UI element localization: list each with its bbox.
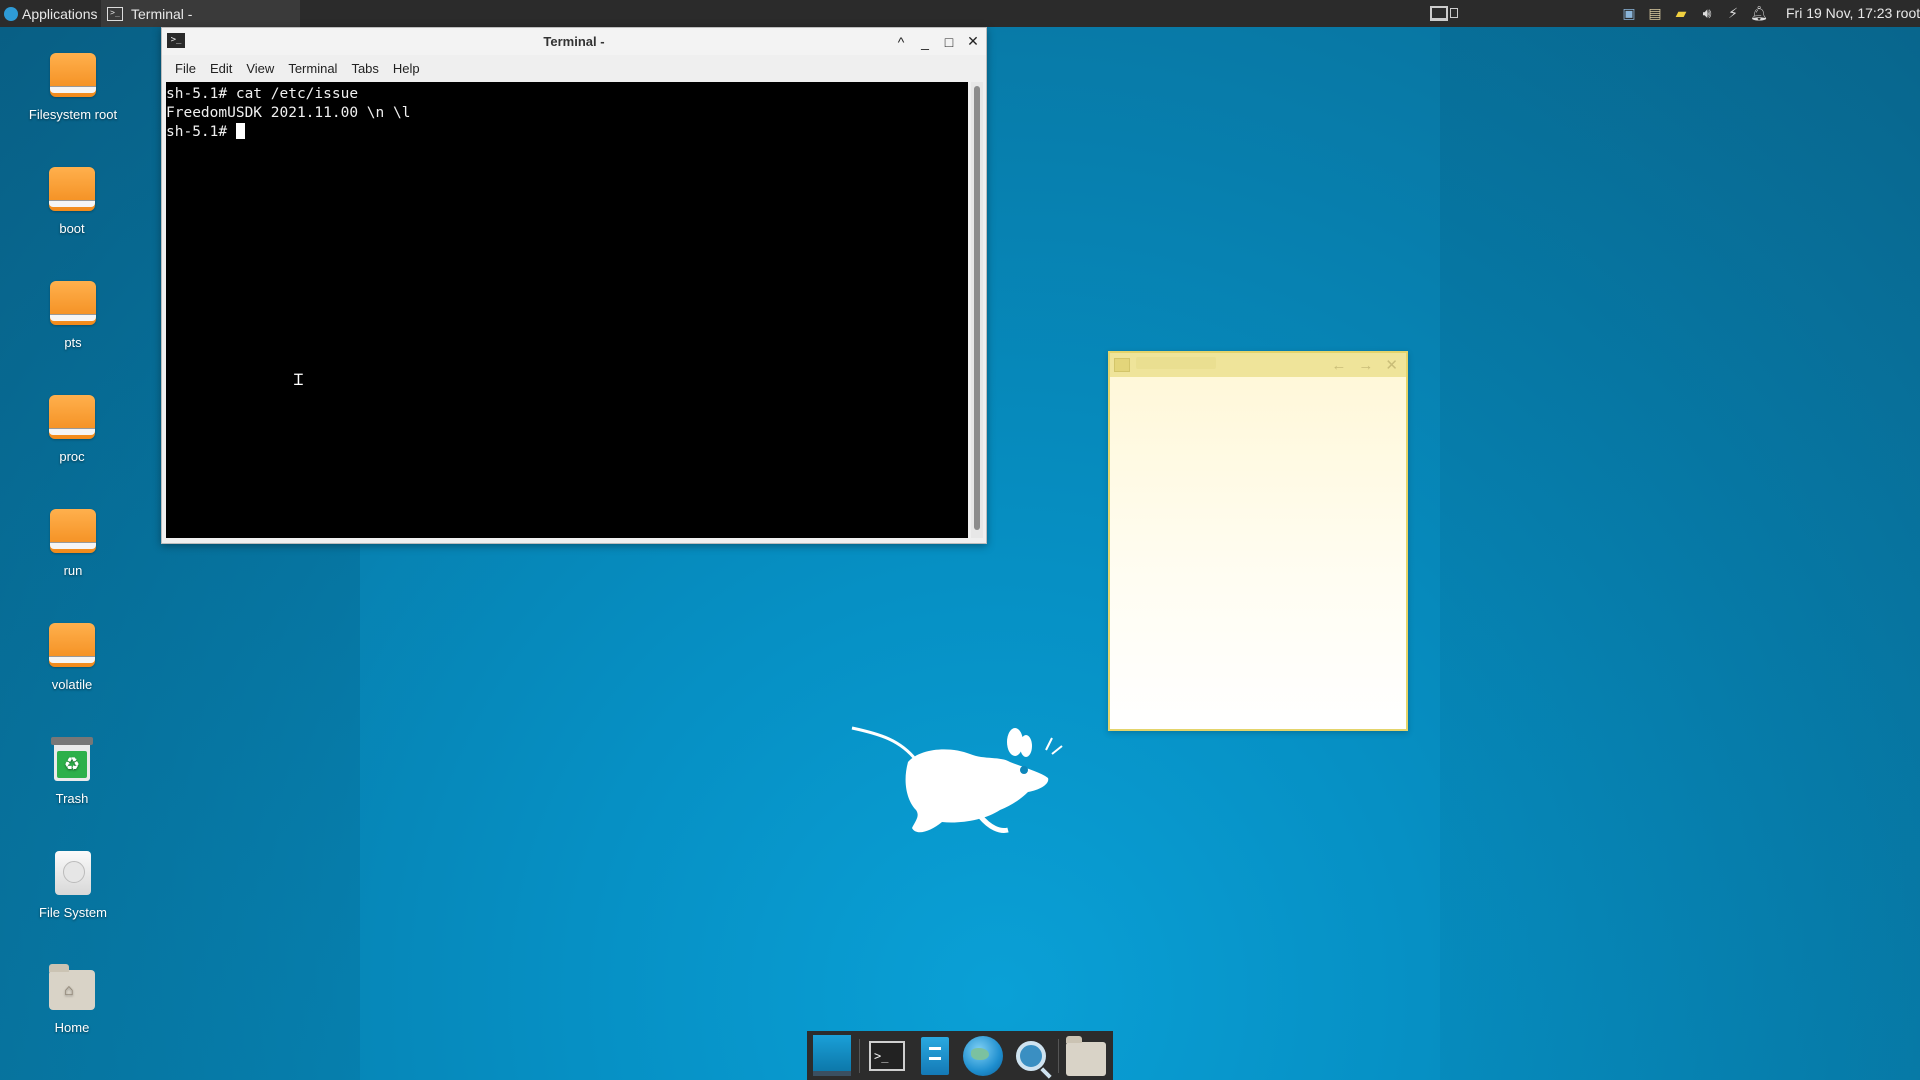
file-manager-launcher[interactable] [914, 1035, 956, 1077]
desktop-icon-boot[interactable]: boot [17, 167, 127, 236]
desktop-icon-label: volatile [51, 677, 93, 692]
terminal-line: FreedomUSDK 2021.11.00 \n \l [166, 105, 411, 121]
desktop-icon-volatile[interactable]: volatile [17, 623, 127, 692]
notes-next-button[interactable]: → [1358, 357, 1373, 374]
desktop-icon-filesystem-root[interactable]: Filesystem root [18, 53, 128, 122]
harddisk-icon [55, 851, 91, 895]
notes-text-area[interactable] [1110, 377, 1406, 729]
trash-icon: ♻ [51, 737, 93, 781]
desktop-icon-home[interactable]: ⌂ Home [17, 964, 127, 1035]
dock-separator [859, 1038, 860, 1073]
user-menu[interactable]: root [1896, 0, 1920, 27]
text-cursor [235, 123, 245, 139]
desktop-icon-trash[interactable]: ♻ Trash [17, 737, 127, 806]
terminal-launcher[interactable]: >_ [866, 1035, 908, 1077]
drive-icon [50, 281, 96, 325]
notes-icon[interactable]: ▰ [1672, 5, 1690, 23]
network-disconnected-icon[interactable]: ▣ [1620, 5, 1638, 23]
terminal-prompt-line: sh-5.1# [166, 123, 968, 142]
xfce-logo-icon [4, 6, 18, 21]
desktop-icon-label: File System [39, 905, 107, 920]
scrollbar-thumb[interactable] [974, 86, 980, 530]
taskbar-terminal-button[interactable]: >_ Terminal - [101, 0, 300, 27]
workspace-1-icon [1430, 5, 1448, 21]
file-manager-icon [921, 1036, 949, 1075]
notes-controls: ← → ✕ [1331, 353, 1398, 377]
terminal-output[interactable]: sh-5.1# cat /etc/issue FreedomUSDK 2021.… [166, 82, 968, 538]
notes-title-placeholder [1136, 357, 1216, 369]
desktop-icon-file-system[interactable]: File System [18, 851, 128, 920]
workspace-2-icon [1450, 8, 1458, 18]
power-icon[interactable]: ⚡︎ [1724, 5, 1742, 23]
notes-titlebar[interactable]: ← → ✕ [1110, 353, 1406, 377]
show-desktop-button[interactable] [811, 1035, 853, 1077]
taskbar-terminal-label: Terminal - [131, 5, 193, 22]
drive-icon [49, 395, 95, 439]
app-finder-launcher[interactable] [1010, 1035, 1052, 1077]
system-tray: ▣ ▤ ▰ 🔊︎ ⚡︎ 🔔︎ [1620, 0, 1768, 27]
menu-edit[interactable]: Edit [203, 61, 239, 76]
notes-prev-button[interactable]: ← [1331, 357, 1346, 374]
home-folder-launcher[interactable] [1065, 1035, 1107, 1077]
terminal-icon: >_ [107, 6, 123, 21]
desktop-icon-label: pts [64, 335, 82, 350]
applications-menu-button[interactable]: Applications ⋮ [0, 0, 117, 27]
desktop-icon-label: Home [54, 1020, 90, 1035]
terminal-icon: >_ [869, 1040, 905, 1071]
desktop-icon-proc[interactable]: proc [17, 395, 127, 464]
home-folder-icon: ⌂ [49, 964, 95, 1010]
dock-separator [1058, 1038, 1059, 1073]
menu-file[interactable]: File [168, 61, 203, 76]
notification-bell-icon[interactable]: 🔔︎ [1750, 5, 1768, 23]
minimize-button[interactable]: _ [918, 34, 932, 50]
menu-view[interactable]: View [239, 61, 281, 76]
desktop-icon-label: Filesystem root [28, 107, 118, 122]
clock[interactable]: Fri 19 Nov, 17:23 [1786, 0, 1892, 27]
volume-icon[interactable]: 🔊︎ [1698, 5, 1716, 23]
home-folder-icon [1066, 1035, 1106, 1076]
terminal-title: Terminal - [543, 34, 605, 49]
xfce-mouse-logo [851, 726, 1063, 833]
desktop-icon-label: run [63, 563, 83, 578]
terminal-window[interactable]: >_ Terminal - ^ _ □ ✕ File Edit View Ter… [161, 27, 987, 544]
window-controls: ^ _ □ ✕ [894, 28, 980, 55]
web-browser-launcher[interactable] [962, 1035, 1004, 1077]
menu-terminal[interactable]: Terminal [281, 61, 344, 76]
applications-label: Applications [22, 5, 98, 22]
desktop-icon-label: boot [59, 221, 85, 236]
drive-icon [49, 623, 95, 667]
terminal-menubar: File Edit View Terminal Tabs Help [162, 55, 986, 81]
top-panel: Applications ⋮ >_ Terminal - ▣ ▤ ▰ 🔊︎ ⚡︎… [0, 0, 1920, 27]
terminal-prompt: sh-5.1# [166, 124, 236, 140]
notes-icon [1114, 358, 1130, 372]
drive-icon [49, 167, 95, 211]
app-finder-icon [1016, 1040, 1046, 1071]
desktop-shade-right [1440, 27, 1920, 1080]
clipboard-icon[interactable]: ▤ [1646, 5, 1664, 23]
desktop-icon-label: proc [59, 449, 85, 464]
maximize-button[interactable]: □ [942, 34, 956, 50]
terminal-line: sh-5.1# cat /etc/issue [166, 86, 359, 102]
drive-icon [50, 53, 96, 97]
show-desktop-icon [813, 1035, 851, 1076]
web-browser-icon [963, 1035, 1003, 1076]
close-button[interactable]: ✕ [966, 33, 980, 50]
menu-tabs[interactable]: Tabs [344, 61, 385, 76]
notes-close-button[interactable]: ✕ [1385, 356, 1398, 374]
desktop-icon-run[interactable]: run [18, 509, 128, 578]
desktop-icon-label: Trash [55, 791, 89, 806]
desktop-icon-pts[interactable]: pts [18, 281, 128, 350]
drive-icon [50, 509, 96, 553]
ibeam-cursor-icon: Ɪ [294, 370, 303, 389]
workspace-switcher[interactable] [1430, 3, 1458, 23]
shade-button[interactable]: ^ [894, 34, 908, 50]
terminal-scrollbar[interactable] [971, 82, 983, 538]
terminal-titlebar[interactable]: >_ Terminal - ^ _ □ ✕ [162, 28, 986, 55]
notes-window[interactable]: ← → ✕ [1108, 351, 1408, 731]
dock: >_ [807, 1031, 1113, 1080]
menu-help[interactable]: Help [386, 61, 427, 76]
